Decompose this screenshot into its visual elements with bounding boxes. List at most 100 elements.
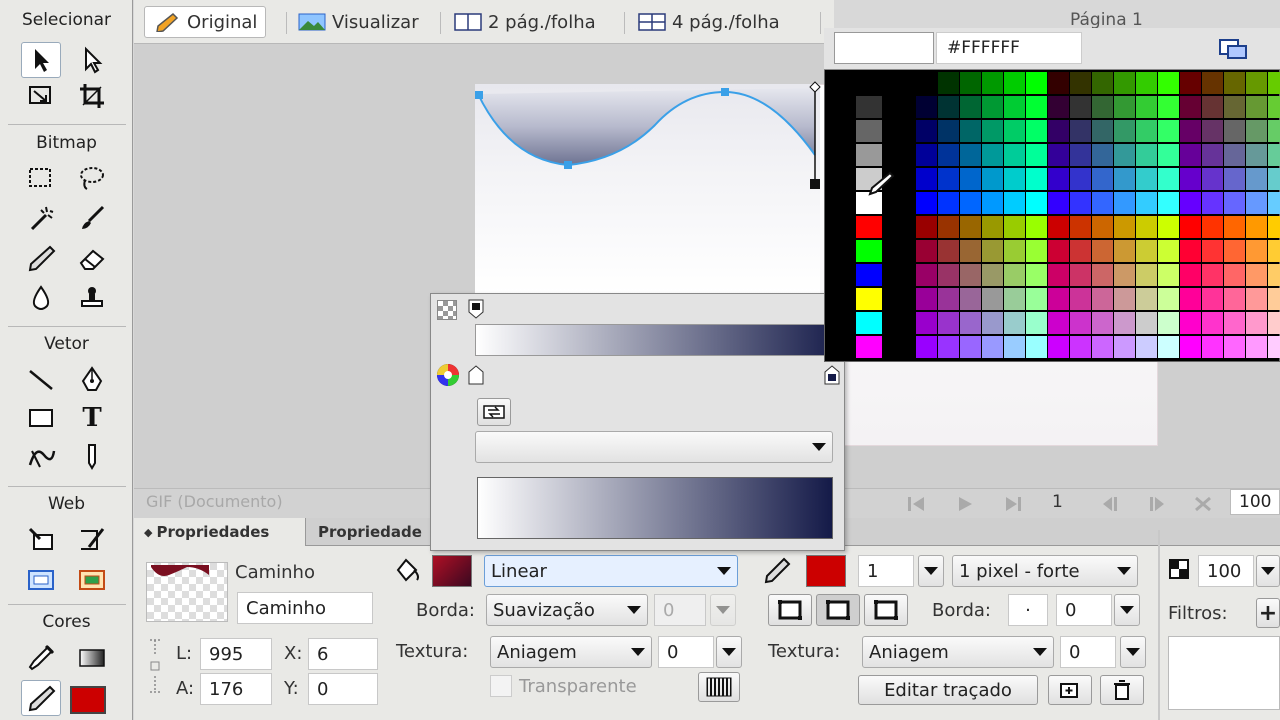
- swatch-cell[interactable]: [1202, 120, 1223, 142]
- swatch-cell[interactable]: [1224, 264, 1245, 286]
- opacity-stop-marker[interactable]: [467, 298, 485, 320]
- swatch-cell[interactable]: [1224, 192, 1245, 214]
- swatch-cell[interactable]: [1136, 192, 1157, 214]
- swatch-cell[interactable]: [1158, 120, 1179, 142]
- swatch-cell[interactable]: [1114, 264, 1135, 286]
- swatch-cell[interactable]: [1026, 288, 1047, 310]
- swatch-cell[interactable]: [916, 264, 937, 286]
- swatch-cell[interactable]: [916, 96, 937, 118]
- swatch-cell[interactable]: [982, 336, 1003, 358]
- swatch-cell[interactable]: [1114, 192, 1135, 214]
- slice-tool[interactable]: [72, 522, 112, 558]
- swatch-cell[interactable]: [1004, 168, 1025, 190]
- edit-stroke-button[interactable]: Editar traçado: [858, 675, 1038, 705]
- swatch-cell[interactable]: [960, 144, 981, 166]
- tab-properties-2[interactable]: Propriedade: [308, 518, 432, 546]
- stroke-color-tool[interactable]: [21, 680, 61, 716]
- swatch-cell[interactable]: [916, 192, 937, 214]
- swatch-cell[interactable]: [1136, 264, 1157, 286]
- stroke-type-dropdown[interactable]: 1 pixel - forte: [952, 555, 1138, 587]
- swatch-cell[interactable]: [1004, 264, 1025, 286]
- tab-properties[interactable]: ◆ Propriedades: [134, 518, 306, 546]
- color-stop-left[interactable]: [467, 364, 485, 386]
- swatch-cell[interactable]: [1004, 120, 1025, 142]
- fill-options-button[interactable]: [698, 672, 740, 702]
- swatch-cell[interactable]: [1026, 216, 1047, 238]
- swatch-cell[interactable]: [1136, 144, 1157, 166]
- swatch-cell[interactable]: [938, 192, 959, 214]
- prev-frame-icon[interactable]: [1100, 495, 1122, 513]
- swatch-cell[interactable]: [1202, 264, 1223, 286]
- reverse-gradient-button[interactable]: [477, 398, 511, 426]
- swatch-cell[interactable]: [1092, 144, 1113, 166]
- pen-tool[interactable]: [72, 362, 112, 398]
- swatch-cell[interactable]: [1158, 144, 1179, 166]
- swatch-cell[interactable]: [1202, 168, 1223, 190]
- gradient-preset-dropdown[interactable]: [475, 431, 833, 463]
- swatch-cell[interactable]: [1048, 288, 1069, 310]
- swatch-cell[interactable]: [1114, 72, 1135, 94]
- swatch-cell[interactable]: [1224, 216, 1245, 238]
- swatch-cell[interactable]: [1092, 288, 1113, 310]
- fill-edge-amount[interactable]: 0: [654, 594, 706, 626]
- swatch-cell[interactable]: [1026, 144, 1047, 166]
- swatch-cell[interactable]: [1224, 336, 1245, 358]
- swatch-cell[interactable]: [1114, 168, 1135, 190]
- constrain-proportions-icon[interactable]: [148, 636, 162, 696]
- swatch-cell[interactable]: [1136, 120, 1157, 142]
- swatch-cell[interactable]: [1268, 96, 1280, 118]
- swatch-cell[interactable]: [1048, 216, 1069, 238]
- swatch-cell[interactable]: [1202, 216, 1223, 238]
- swatch-cell[interactable]: [1180, 216, 1201, 238]
- add-filter-button[interactable]: +: [1256, 598, 1280, 628]
- swatch-cell[interactable]: [856, 312, 882, 334]
- swatch-cell[interactable]: [1202, 144, 1223, 166]
- hide-hotspots-button[interactable]: [21, 562, 61, 598]
- stroke-texture-amount[interactable]: 0: [1060, 636, 1116, 668]
- swatch-cell[interactable]: [856, 72, 882, 94]
- swatch-cell[interactable]: [916, 168, 937, 190]
- swatch-cell[interactable]: [1158, 264, 1179, 286]
- swatch-cell[interactable]: [1268, 216, 1280, 238]
- brush-tool[interactable]: [72, 200, 112, 236]
- color-stop-right[interactable]: [823, 364, 841, 386]
- swatch-cell[interactable]: [1158, 312, 1179, 334]
- swatch-cell[interactable]: [1114, 240, 1135, 262]
- swatch-cell[interactable]: [1048, 96, 1069, 118]
- next-frame-icon[interactable]: [1146, 495, 1168, 513]
- swatch-cell[interactable]: [1136, 216, 1157, 238]
- swatch-cell[interactable]: [1202, 336, 1223, 358]
- eraser-tool[interactable]: [72, 240, 112, 276]
- swatch-cell[interactable]: [1092, 72, 1113, 94]
- swatch-cell[interactable]: [960, 216, 981, 238]
- pencil-tool[interactable]: [21, 240, 61, 276]
- swatch-cell[interactable]: [1246, 288, 1267, 310]
- swatch-cell[interactable]: [1158, 72, 1179, 94]
- swatch-cell[interactable]: [1158, 192, 1179, 214]
- swatch-cell[interactable]: [1070, 312, 1091, 334]
- swatch-cell[interactable]: [1268, 240, 1280, 262]
- zoom-field[interactable]: 100: [1230, 489, 1280, 515]
- paint-bucket-tool[interactable]: [72, 640, 112, 676]
- swatch-cell[interactable]: [1070, 72, 1091, 94]
- swatch-cell[interactable]: [856, 240, 882, 262]
- swatch-cell[interactable]: [982, 72, 1003, 94]
- swatch-cell[interactable]: [1246, 168, 1267, 190]
- swatch-cell[interactable]: [1158, 96, 1179, 118]
- swatch-cell[interactable]: [1158, 240, 1179, 262]
- swatch-cell[interactable]: [1136, 240, 1157, 262]
- swatch-cell[interactable]: [856, 288, 882, 310]
- crop-tool[interactable]: [72, 78, 112, 114]
- swatch-cell[interactable]: [938, 120, 959, 142]
- swatch-cell[interactable]: [916, 120, 937, 142]
- swatch-cell[interactable]: [1070, 120, 1091, 142]
- stroke-inside-button[interactable]: [768, 594, 812, 626]
- swatch-cell[interactable]: [1224, 288, 1245, 310]
- swatch-cell[interactable]: [938, 312, 959, 334]
- swatch-cell[interactable]: [1180, 240, 1201, 262]
- swatch-cell[interactable]: [938, 96, 959, 118]
- swatch-cell[interactable]: [1070, 216, 1091, 238]
- swatch-cell[interactable]: [1092, 120, 1113, 142]
- swatch-cell[interactable]: [982, 288, 1003, 310]
- swatch-cell[interactable]: [1180, 120, 1201, 142]
